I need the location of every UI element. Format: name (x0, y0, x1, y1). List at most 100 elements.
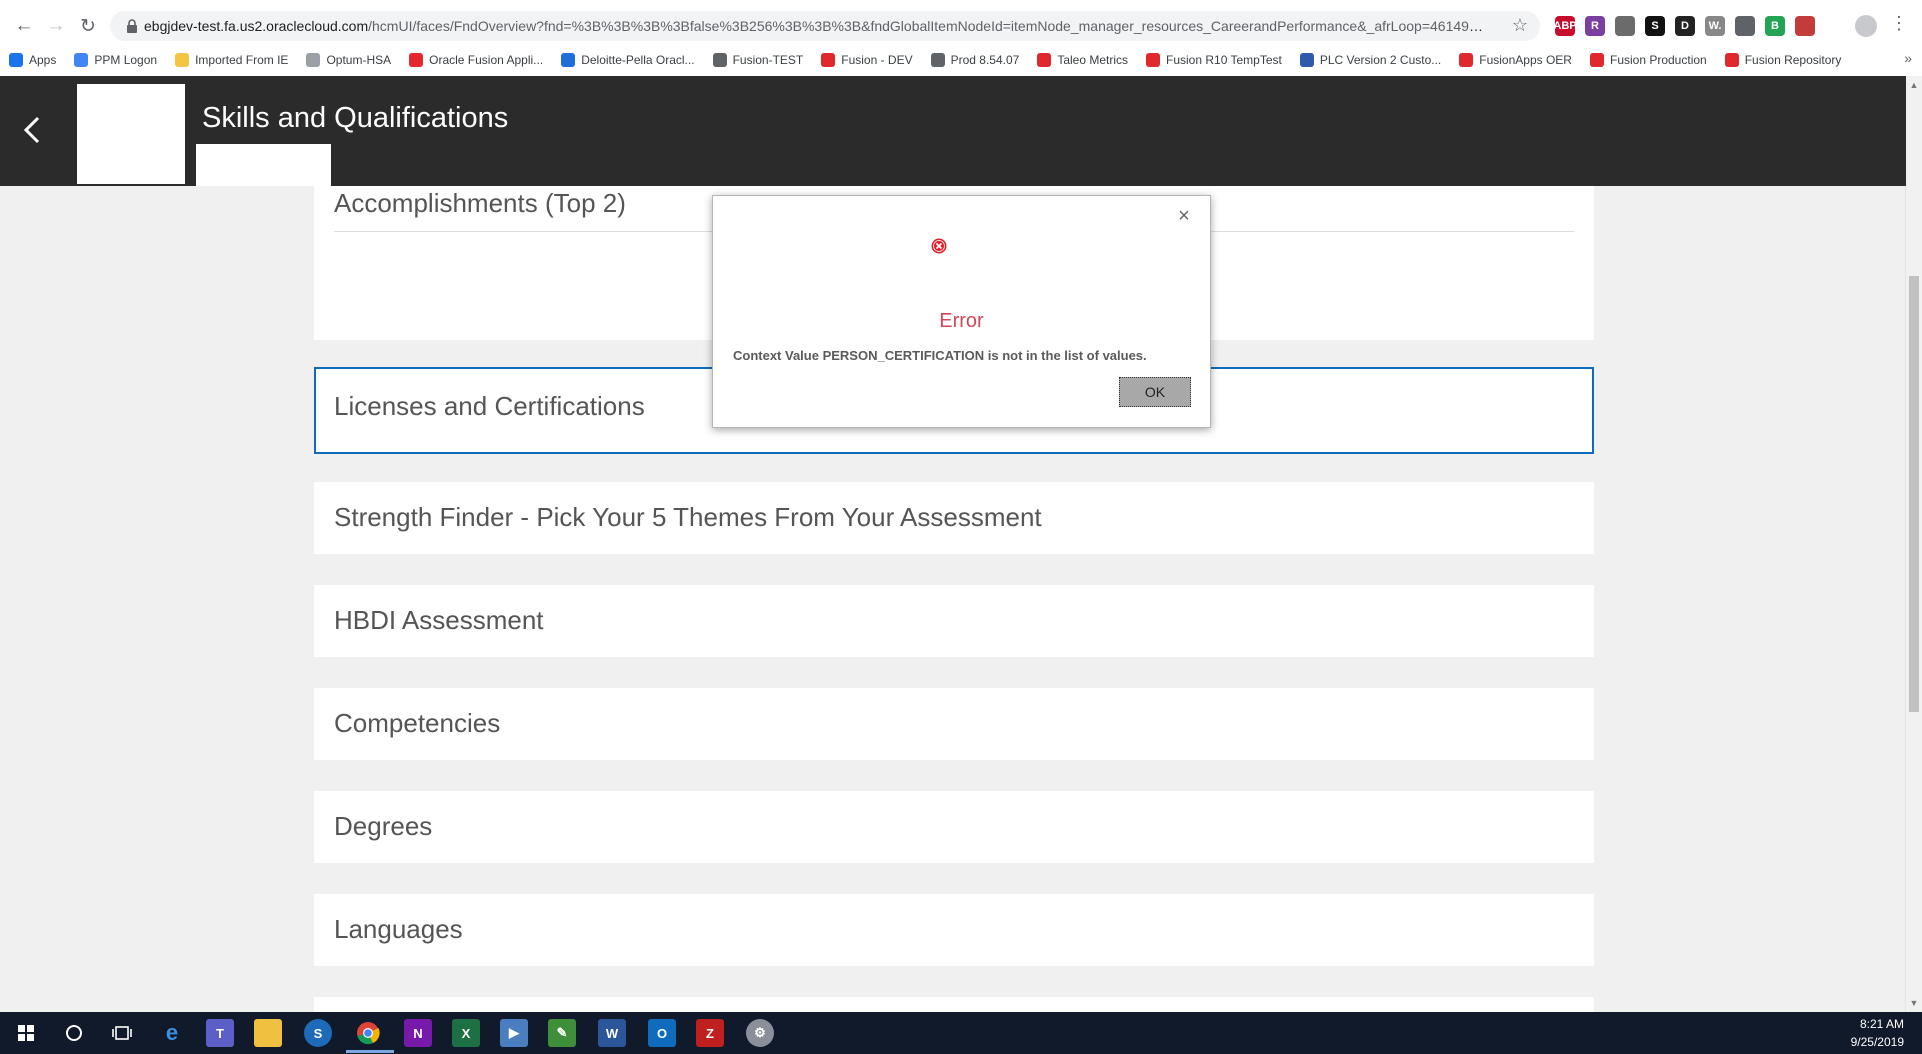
section-degrees[interactable]: Degrees (314, 791, 1594, 863)
page-header: Skills and Qualifications (0, 76, 1906, 186)
bookmark-item[interactable]: FusionApps OER (1450, 48, 1581, 72)
bookmark-item[interactable]: Imported From IE (166, 48, 297, 72)
pdf-icon[interactable] (1795, 16, 1815, 36)
scroll-down-arrow-icon[interactable]: ▼ (1906, 996, 1922, 1010)
satellite-icon[interactable] (1615, 16, 1635, 36)
bookmark-item[interactable]: Fusion - DEV (812, 48, 921, 72)
bookmark-item[interactable]: Taleo Metrics (1028, 48, 1137, 72)
section-title-competencies: Competencies (334, 708, 501, 738)
w-extension-icon[interactable]: W. (1705, 16, 1725, 36)
system-clock[interactable]: 8:21 AM 9/25/2019 (1851, 1015, 1904, 1051)
search-circle-icon[interactable] (60, 1019, 88, 1047)
bookmark-item[interactable]: Apps (0, 48, 65, 72)
bookmark-label: PLC Version 2 Custo... (1319, 53, 1442, 67)
bookmark-label: Prod 8.54.07 (950, 53, 1020, 67)
bookmark-item[interactable]: Fusion Repository (1716, 48, 1851, 72)
close-icon[interactable]: × (1174, 206, 1194, 226)
d-extension-icon[interactable]: D (1675, 16, 1695, 36)
section-competencies[interactable]: Competencies (314, 688, 1594, 760)
browser-chrome: ← → ↻ ebgjdev-test.fa.us2.oraclecloud.co… (0, 0, 1922, 77)
apps-grid-icon (9, 53, 23, 67)
reload-icon[interactable]: ↻ (76, 14, 100, 38)
file-explorer-icon[interactable] (254, 1019, 282, 1047)
chrome-icon[interactable] (354, 1019, 382, 1047)
b-extension-icon[interactable]: B (1765, 16, 1785, 36)
section-languages[interactable]: Languages (314, 894, 1594, 966)
globe-icon (930, 53, 945, 67)
google-g-icon (74, 53, 89, 67)
page-scrollbar[interactable]: ▲ ▼ (1905, 76, 1922, 1012)
error-title: Error (939, 310, 984, 332)
bookmarks-overflow-icon[interactable]: » (1904, 50, 1912, 66)
onenote-icon[interactable]: N (404, 1019, 432, 1047)
back-chevron-icon[interactable] (18, 112, 46, 148)
taleo-icon (1037, 53, 1052, 67)
bookmarks-bar: Apps PPM Logon Imported From IE Optum-HSA Or… (0, 46, 1922, 74)
section-title-languages: Languages (334, 914, 463, 944)
oracle-icon (1589, 53, 1604, 67)
person-photo (77, 84, 185, 184)
excel-icon[interactable]: X (452, 1019, 480, 1047)
section-title-accomplishments: Accomplishments (Top 2) (334, 188, 626, 218)
section-title-degrees: Degrees (334, 811, 433, 841)
oracle-ring-icon (1724, 53, 1739, 67)
bookmark-label: FusionApps OER (1479, 53, 1572, 67)
extension-toolbar: ABP R S D W. B (1553, 13, 1815, 39)
section-title-strength-finder: Strength Finder - Pick Your 5 Themes Fro… (334, 502, 1042, 532)
bookmark-item[interactable]: PPM Logon (65, 48, 166, 72)
bookmark-item[interactable]: Oracle Fusion Appli... (400, 48, 552, 72)
section-strength-finder[interactable]: Strength Finder - Pick Your 5 Themes Fro… (314, 482, 1594, 554)
back-arrow-icon[interactable]: ← (12, 14, 36, 38)
task-view-icon[interactable] (108, 1019, 136, 1047)
folder-icon (175, 53, 190, 67)
teams-icon[interactable]: T (206, 1019, 234, 1047)
section-title-licenses: Licenses and Certifications (334, 391, 645, 421)
bookmark-item[interactable]: Fusion R10 TempTest (1137, 48, 1291, 72)
url-text[interactable]: ebgjdev-test.fa.us2.oraclecloud.com/hcmU… (144, 11, 1484, 41)
skype-icon[interactable]: S (304, 1019, 332, 1047)
oracle-icon (1146, 53, 1161, 67)
bookmark-label: Oracle Fusion Appli... (429, 53, 544, 67)
filezilla-icon[interactable]: Z (696, 1019, 724, 1047)
edge-browser-icon[interactable]: e (158, 1019, 186, 1047)
ok-button[interactable]: OK (1119, 377, 1191, 407)
section-title-hbdi: HBDI Assessment (334, 605, 544, 635)
bookmark-item[interactable]: Fusion Production (1581, 48, 1716, 72)
bookmark-item[interactable]: Optum-HSA (297, 48, 400, 72)
active-app-indicator (346, 1050, 394, 1053)
person-name-placeholder (196, 144, 331, 186)
notepad-plus-icon[interactable]: ✎ (548, 1019, 576, 1047)
oracle-ring-icon (1459, 53, 1474, 67)
browser-menu-icon[interactable]: ⋮ (1890, 13, 1908, 34)
section-hbdi-assessment[interactable]: HBDI Assessment (314, 585, 1594, 657)
word-icon[interactable]: W (598, 1019, 626, 1047)
bookmark-item[interactable]: Prod 8.54.07 (922, 48, 1029, 72)
scroll-thumb[interactable] (1909, 276, 1919, 712)
outlook-icon[interactable]: O (648, 1019, 676, 1047)
bookmark-star-icon[interactable]: ☆ (1512, 15, 1528, 36)
bookmark-item[interactable]: Fusion-TEST (704, 48, 813, 72)
windows-start-icon[interactable] (12, 1019, 40, 1047)
circle-extension-icon[interactable] (1735, 16, 1755, 36)
bookmark-label: Optum-HSA (326, 53, 392, 67)
media-file-icon[interactable]: ▶ (500, 1019, 528, 1047)
page-title: Skills and Qualifications (202, 102, 509, 134)
bookmark-item[interactable]: PLC Version 2 Custo... (1291, 48, 1450, 72)
url-host: ebgjdev-test.fa.us2.oraclecloud.com (144, 18, 369, 34)
cloud-icon (306, 53, 321, 67)
settings-tool-icon[interactable]: ⚙ (746, 1019, 774, 1047)
forward-arrow-icon[interactable]: → (44, 14, 68, 38)
bookmark-label: Apps (29, 53, 57, 67)
globe-icon (1299, 53, 1314, 67)
bookmark-label: PPM Logon (94, 53, 158, 67)
bookmark-label: Fusion R10 TempTest (1166, 53, 1282, 67)
bookmark-label: Taleo Metrics (1057, 53, 1129, 67)
profile-avatar-icon[interactable] (1855, 15, 1877, 37)
bookmark-label: Deloitte-Pella Oracl... (581, 53, 695, 67)
address-bar[interactable]: ebgjdev-test.fa.us2.oraclecloud.com/hcmU… (110, 11, 1540, 41)
abp-icon[interactable]: ABP (1553, 16, 1577, 36)
bookmark-item[interactable]: Deloitte-Pella Oracl... (552, 48, 703, 72)
s-extension-icon[interactable]: S (1645, 16, 1665, 36)
scroll-up-arrow-icon[interactable]: ▲ (1906, 78, 1922, 92)
r-extension-icon[interactable]: R (1585, 16, 1605, 36)
